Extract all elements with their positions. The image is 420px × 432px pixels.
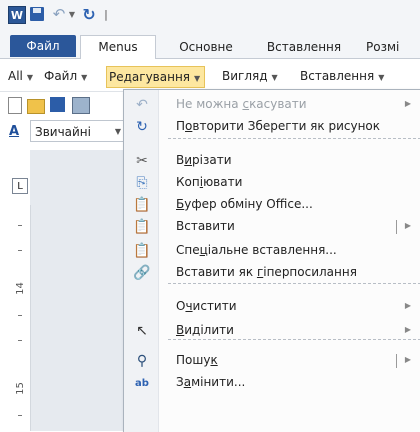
quick-access-toolbar: W ↶ ▼ ↻ | xyxy=(0,0,420,28)
menu-item-4[interactable]: 📋 Буфер обміну Office... xyxy=(124,194,420,216)
redo-icon[interactable]: ↻ xyxy=(81,5,97,24)
menu-item-label: Очистити xyxy=(176,299,237,313)
style-select-value: Звичайні xyxy=(35,125,91,139)
redo-icon: ↻ xyxy=(136,119,148,135)
tab-insert[interactable]: Вставлення xyxy=(256,36,352,58)
chevron-down-icon: ▼ xyxy=(26,73,34,82)
tab-menus[interactable]: Menus xyxy=(80,35,156,60)
menu-view-label: Вигляд xyxy=(222,69,268,83)
style-select[interactable]: Звичайні ▼ xyxy=(30,120,126,142)
menu-all[interactable]: All ▼ xyxy=(8,66,33,86)
menu-edit[interactable]: Редагування ▼ xyxy=(106,66,206,88)
undo-icon[interactable]: ↶ xyxy=(50,5,68,23)
menu-item-label: Копіювати xyxy=(176,175,243,189)
ruler-tick xyxy=(18,340,22,341)
menu-separator xyxy=(168,339,420,340)
cut-icon: ✂ xyxy=(136,153,148,169)
menu-item-0: ↶ Не можна скасувати ▶ xyxy=(124,94,420,116)
open-folder-icon[interactable] xyxy=(27,99,45,114)
print-preview-icon[interactable] xyxy=(72,97,90,114)
menu-item-label: Буфер обміну Office... xyxy=(176,197,313,211)
menu-item-1[interactable]: ↻ Повторити Зберегти як рисунок xyxy=(124,116,420,138)
menu-insert-label: Вставлення xyxy=(300,69,375,83)
font-style-icon[interactable]: A xyxy=(9,124,19,139)
new-document-icon[interactable] xyxy=(8,97,22,114)
menu-file[interactable]: Файл ▼ xyxy=(44,66,87,86)
menu-edit-label: Редагування xyxy=(109,70,191,84)
save-icon[interactable] xyxy=(30,7,44,21)
menu-separator xyxy=(168,283,420,284)
ruler-label: 14 xyxy=(14,282,26,295)
ruler-tick xyxy=(18,225,22,226)
menu-item-label: Повторити Зберегти як рисунок xyxy=(176,119,381,133)
menu-item-2[interactable]: ✂ Вирізати xyxy=(124,150,420,172)
find-binoculars-icon: ⚲ xyxy=(136,353,148,369)
tab-file[interactable]: Файл xyxy=(10,35,76,57)
clipboard-icon: 📋 xyxy=(133,197,151,213)
menu-separator xyxy=(168,138,420,139)
menu-item-8[interactable]: Очистити ▶ xyxy=(124,296,420,318)
ribbon-tab-bar: Файл Menus Основне Вставлення Розмі xyxy=(0,28,420,60)
menu-item-6[interactable]: 📋 Спеціальне вставлення... xyxy=(124,240,420,262)
menu-item-label: Пошук xyxy=(176,353,218,367)
menu-view[interactable]: Вигляд ▼ xyxy=(222,66,278,86)
menu-item-11[interactable]: ab Замінити... xyxy=(124,372,420,394)
ruler-label: 15 xyxy=(14,382,26,395)
chevron-down-icon: ▼ xyxy=(271,73,278,82)
submenu-arrow-icon[interactable]: ▶ xyxy=(405,355,411,364)
chevron-down-icon: ▼ xyxy=(114,127,121,136)
tab-selector[interactable]: L xyxy=(12,178,28,194)
tab-home[interactable]: Основне xyxy=(166,36,246,58)
menu-item-3[interactable]: ⎘ Копіювати xyxy=(124,172,420,194)
ruler-tick xyxy=(18,315,22,316)
replace-icon: ab xyxy=(135,377,149,389)
tab-layout[interactable]: Розмі xyxy=(366,36,420,58)
menu-item-label: Вставити xyxy=(176,219,235,233)
submenu-arrow-icon[interactable]: ▶ xyxy=(405,325,411,334)
save-icon[interactable] xyxy=(50,97,65,112)
menu-item-label: Замінити... xyxy=(176,375,246,389)
ruler-tick xyxy=(18,250,22,251)
split-divider xyxy=(396,220,397,234)
menu-item-label: Вирізати xyxy=(176,153,232,167)
copy-icon: ⎘ xyxy=(136,175,148,191)
menu-item-label: Не можна скасувати xyxy=(176,97,307,111)
chevron-down-icon: ▼ xyxy=(378,73,385,82)
menu-file-label: Файл xyxy=(44,69,78,83)
menu-item-7[interactable]: 🔗 Вставити як гіперпосилання xyxy=(124,262,420,284)
submenu-arrow-icon[interactable]: ▶ xyxy=(405,221,411,230)
chevron-down-icon: ▼ xyxy=(194,74,201,83)
menu-item-label: Вставити як гіперпосилання xyxy=(176,265,357,279)
menu-all-label: All xyxy=(8,69,23,83)
menu-item-label: Виділити xyxy=(176,323,234,337)
undo-icon: ↶ xyxy=(136,97,148,113)
chevron-down-icon: ▼ xyxy=(81,73,88,82)
vertical-ruler: 14 15 xyxy=(10,205,31,431)
submenu-arrow-icon[interactable]: ▶ xyxy=(405,99,411,108)
menu-insert[interactable]: Вставлення ▼ xyxy=(300,66,384,86)
word-logo-icon: W xyxy=(8,6,26,24)
ruler-tick xyxy=(18,415,22,416)
document-background xyxy=(30,150,130,431)
paste-hyperlink-icon: 🔗 xyxy=(133,265,151,281)
paste-icon: 📋 xyxy=(133,219,151,235)
edit-menu-dropdown: ↶ Не можна скасувати ▶ ↻ Повторити Зберегти … xyxy=(123,89,420,432)
classic-menu-bar: All ▼ Файл ▼ Редагування ▼ Вигляд ▼ Вставлен… xyxy=(0,59,420,92)
select-cursor-icon: ↖ xyxy=(136,323,148,339)
dropdown-arrow-icon[interactable]: ▼ xyxy=(68,6,76,22)
menu-item-5[interactable]: 📋 Вставити ▶ xyxy=(124,216,420,238)
paste-special-icon: 📋 xyxy=(133,243,151,259)
split-divider xyxy=(396,354,397,368)
submenu-arrow-icon[interactable]: ▶ xyxy=(405,301,411,310)
menu-item-10[interactable]: ⚲ Пошук ▶ xyxy=(124,350,420,372)
clear-icon xyxy=(134,299,150,315)
customize-qat-icon[interactable]: | xyxy=(101,6,111,22)
menu-item-label: Спеціальне вставлення... xyxy=(176,243,337,257)
